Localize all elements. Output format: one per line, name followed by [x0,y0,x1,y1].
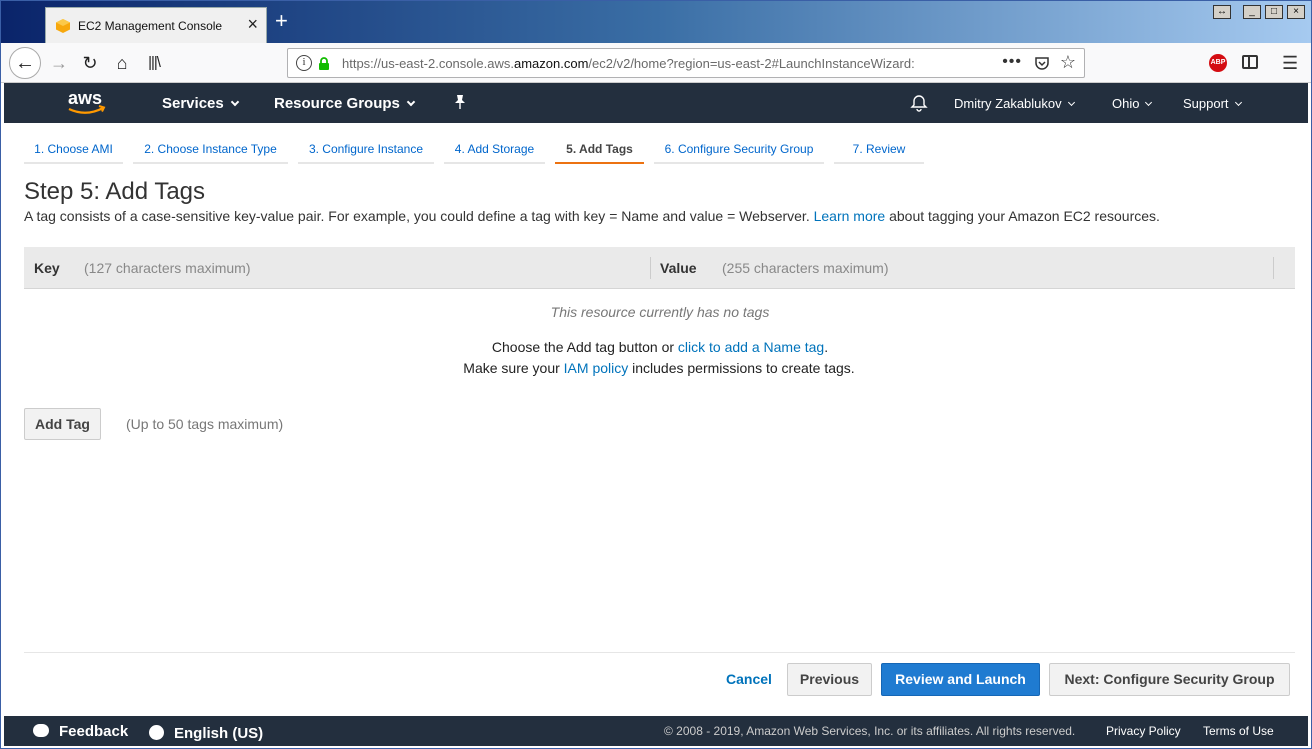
chevron-down-icon [1234,98,1242,107]
copyright-text: © 2008 - 2019, Amazon Web Services, Inc.… [664,724,1076,738]
region-label: Ohio [1112,96,1140,111]
close-window-icon[interactable]: × [1287,5,1305,19]
add-tag-limit-note: (Up to 50 tags maximum) [126,416,284,432]
empty-state-message: This resource currently has no tags [550,304,770,320]
bell-icon[interactable] [910,94,928,112]
add-tag-button[interactable]: Add Tag [24,408,101,440]
hint-text: includes permissions to create tags. [632,360,855,376]
feedback-label: Feedback [59,723,129,740]
next-security-group-button[interactable]: Next: Configure Security Group [1049,663,1290,696]
cancel-button[interactable]: Cancel [719,663,779,696]
region-menu[interactable]: Ohio [1112,96,1153,111]
bookmark-star-icon[interactable]: ☆ [1060,52,1076,73]
value-column-hint: (255 characters maximum) [722,260,889,276]
chevron-down-icon [1145,98,1153,107]
url-text[interactable]: https://us-east-2.console.aws.amazon.com… [342,56,915,71]
page-description: A tag consists of a case-sensitive key-v… [24,208,1160,224]
reload-icon[interactable]: ↻ [76,49,104,77]
back-arrow-icon[interactable]: ← [9,47,41,79]
console-footer: Feedback English (US) © 2008 - 2019, Ama… [4,716,1308,746]
forward-arrow-icon[interactable]: → [45,49,73,77]
aws-cube-icon [56,19,70,33]
window-controls: ↔ _ □ × [1213,5,1305,19]
pocket-icon[interactable] [1034,55,1050,71]
speech-bubble-icon [33,724,49,737]
column-divider[interactable] [1273,257,1274,279]
learn-more-link[interactable]: Learn more [814,208,886,224]
key-column-header: Key [34,260,60,276]
hint-text: Make sure your [463,360,560,376]
browser-window: EC2 Management Console × + ↔ _ □ × ← → ↻… [0,0,1312,749]
resource-groups-label: Resource Groups [274,95,400,112]
language-selector[interactable]: English (US) [149,723,263,742]
value-column-header: Value [660,260,697,276]
iam-policy-link[interactable]: IAM policy [564,360,629,376]
aws-top-nav: aws Services Resource Groups Dmitry Zaka… [4,83,1308,123]
restore-size-icon[interactable]: ↔ [1213,5,1231,19]
minimize-icon[interactable]: _ [1243,5,1261,19]
user-menu[interactable]: Dmitry Zakablukov [954,96,1075,111]
divider [24,652,1295,653]
description-text: A tag consists of a case-sensitive key-v… [24,208,810,224]
services-menu[interactable]: Services [162,95,239,112]
resource-groups-menu[interactable]: Resource Groups [274,95,416,112]
page-actions-icon[interactable]: ••• [1002,53,1022,71]
user-name: Dmitry Zakablukov [954,96,1062,111]
add-name-tag-link[interactable]: click to add a Name tag [678,339,824,355]
review-and-launch-button[interactable]: Review and Launch [881,663,1040,696]
page-title: Step 5: Add Tags [24,178,206,205]
wizard-tab-configure-instance[interactable]: 3. Configure Instance [298,137,434,164]
url-prefix: https://us-east-2.console.aws. [342,56,514,71]
add-tag-hint: Choose the Add tag button or click to ad… [1,339,1311,355]
library-icon[interactable]: |||\ [140,49,168,77]
new-tab-icon[interactable]: + [275,10,288,32]
column-divider[interactable] [650,257,651,279]
lock-icon [319,57,329,70]
privacy-policy-link[interactable]: Privacy Policy [1106,724,1181,738]
browser-navbar: ← → ↻ ⌂ |||\ i https://us-east-2.console… [1,43,1311,83]
chevron-down-icon [1067,98,1075,107]
url-domain: amazon.com [513,56,589,71]
tab-title: EC2 Management Console [78,19,223,33]
iam-policy-hint: Make sure your IAM policy includes permi… [1,360,1311,376]
support-menu[interactable]: Support [1183,96,1242,111]
globe-icon [149,725,164,740]
pin-icon[interactable] [453,94,467,110]
tags-table-header: Key (127 characters maximum) Value (255 … [24,247,1295,289]
support-label: Support [1183,96,1229,111]
language-label: English (US) [174,725,264,742]
wizard-tab-add-tags[interactable]: 5. Add Tags [555,137,644,164]
wizard-tab-choose-ami[interactable]: 1. Choose AMI [24,137,123,164]
previous-button[interactable]: Previous [787,663,872,696]
wizard-tab-review[interactable]: 7. Review [834,137,924,164]
svg-text:aws: aws [68,88,102,108]
close-tab-icon[interactable]: × [247,15,258,33]
key-column-hint: (127 characters maximum) [84,260,251,276]
sidebar-icon[interactable] [1242,55,1258,69]
hint-punct: . [824,339,829,355]
wizard-tab-instance-type[interactable]: 2. Choose Instance Type [133,137,288,164]
description-tail: about tagging your Amazon EC2 resources. [889,208,1160,224]
url-suffix: /ec2/v2/home?region=us-east-2#LaunchInst… [588,56,915,71]
browser-tab[interactable]: EC2 Management Console × [45,7,267,43]
feedback-button[interactable]: Feedback [33,723,128,740]
chevron-down-icon [230,97,239,107]
home-icon[interactable]: ⌂ [108,49,136,77]
chevron-down-icon [406,97,416,107]
hint-text: Choose the Add tag button or [491,339,675,355]
aws-logo[interactable]: aws [66,87,108,117]
browser-titlebar: EC2 Management Console × + ↔ _ □ × [1,1,1311,43]
site-info-icon[interactable]: i [296,55,312,71]
wizard-tab-security-group[interactable]: 6. Configure Security Group [654,137,824,164]
maximize-icon[interactable]: □ [1265,5,1283,19]
wizard-tab-add-storage[interactable]: 4. Add Storage [444,137,545,164]
address-bar[interactable]: i https://us-east-2.console.aws.amazon.c… [287,48,1085,78]
hamburger-menu-icon[interactable]: ☰ [1282,53,1298,74]
services-label: Services [162,95,224,112]
adblock-icon[interactable]: ABP [1209,54,1227,72]
terms-of-use-link[interactable]: Terms of Use [1203,724,1274,738]
